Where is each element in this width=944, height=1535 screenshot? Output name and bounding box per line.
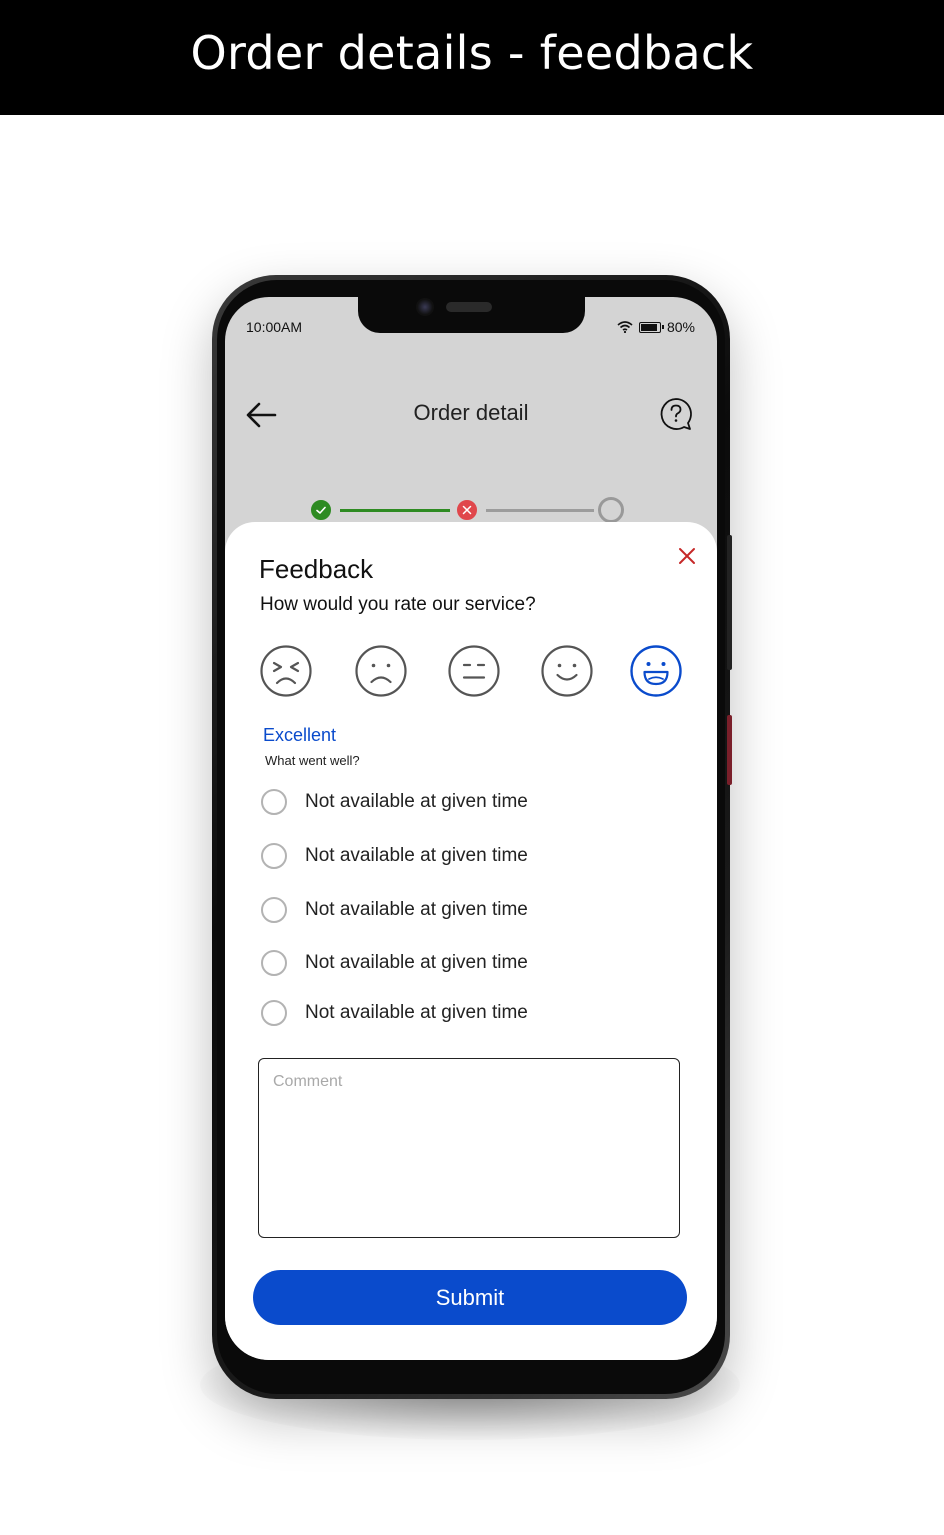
- very-dissatisfied-face-icon[interactable]: [259, 644, 313, 698]
- radio-button[interactable]: [261, 1000, 287, 1026]
- radio-button[interactable]: [261, 950, 287, 976]
- neutral-face-icon[interactable]: [447, 644, 501, 698]
- progress-line-pending: [486, 509, 594, 512]
- feedback-sheet: Feedback How would you rate our service?: [225, 522, 717, 1360]
- option-label: Not available at given time: [305, 1002, 528, 1023]
- banner: Order details - feedback: [0, 0, 944, 115]
- notch: [358, 297, 585, 333]
- status-indicators: 80%: [617, 319, 695, 335]
- very-satisfied-face-icon[interactable]: [629, 644, 683, 698]
- feedback-option[interactable]: Not available at given time: [261, 841, 681, 871]
- radio-button[interactable]: [261, 843, 287, 869]
- wifi-icon: [617, 321, 633, 333]
- battery-icon: [638, 321, 664, 333]
- page-title: Order detail: [413, 400, 529, 425]
- check-icon: [316, 506, 326, 514]
- selected-rating-label: Excellent: [263, 725, 337, 745]
- status-time: 10:00AM: [246, 319, 303, 335]
- rating-faces: [259, 644, 689, 700]
- close-icon[interactable]: [675, 544, 699, 568]
- feedback-option[interactable]: Not available at given time: [261, 948, 681, 978]
- submit-button[interactable]: Submit: [253, 1270, 687, 1325]
- feedback-option[interactable]: Not available at given time: [261, 895, 681, 925]
- progress-line-complete: [340, 509, 450, 512]
- cross-icon: [462, 505, 472, 515]
- satisfied-face-icon[interactable]: [540, 644, 594, 698]
- option-label: Not available at given time: [305, 791, 528, 812]
- banner-title: Order details - feedback: [190, 26, 754, 80]
- options-subheading: What went well?: [265, 753, 360, 768]
- earpiece-speaker: [446, 302, 492, 312]
- rating-question: How would you rate our service?: [260, 594, 536, 615]
- dissatisfied-face-icon[interactable]: [354, 644, 408, 698]
- option-label: Not available at given time: [305, 845, 528, 866]
- feedback-option[interactable]: Not available at given time: [261, 787, 681, 817]
- front-camera: [416, 298, 434, 316]
- step-failed: [454, 497, 480, 523]
- radio-button[interactable]: [261, 897, 287, 923]
- step-pending: [598, 497, 624, 523]
- comment-field[interactable]: [258, 1058, 680, 1238]
- option-label: Not available at given time: [305, 899, 528, 920]
- help-chat-icon[interactable]: [659, 397, 693, 433]
- power-button: [727, 715, 732, 785]
- phone-screen: 10:00AM 80% Order detail Feedback How wo…: [225, 297, 717, 1360]
- feedback-option[interactable]: Not available at given time: [261, 998, 681, 1028]
- step-completed: [308, 497, 334, 523]
- feedback-title: Feedback: [259, 554, 374, 584]
- radio-button[interactable]: [261, 789, 287, 815]
- order-progress-stepper: [308, 497, 628, 523]
- volume-button: [727, 535, 732, 670]
- battery-percent: 80%: [666, 319, 695, 335]
- option-label: Not available at given time: [305, 952, 528, 973]
